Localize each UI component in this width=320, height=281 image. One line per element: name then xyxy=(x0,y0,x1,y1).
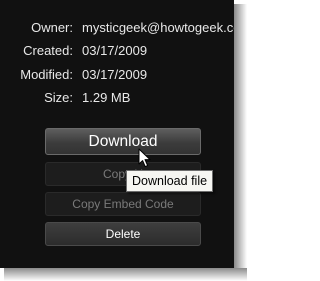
pointer-cursor-icon xyxy=(138,148,151,168)
size-label: Size: xyxy=(44,90,73,105)
panel-shadow-bottom xyxy=(4,268,247,281)
download-button[interactable]: Download xyxy=(45,128,201,155)
copy-embed-code-button[interactable]: Copy Embed Code xyxy=(45,192,201,216)
created-value: 03/17/2009 xyxy=(82,43,148,58)
panel-shadow-right xyxy=(234,4,247,272)
file-details-panel: Owner: mysticgeek@howtogeek.com Created:… xyxy=(0,0,234,268)
owner-row: Owner: mysticgeek@howtogeek.com xyxy=(0,20,234,36)
created-label: Created: xyxy=(23,43,73,58)
size-value: 1.29 MB xyxy=(82,90,131,105)
created-row: Created: 03/17/2009 xyxy=(0,43,234,59)
delete-button[interactable]: Delete xyxy=(45,222,201,246)
owner-label: Owner: xyxy=(31,20,73,35)
download-tooltip: Download file xyxy=(126,170,214,192)
modified-value: 03/17/2009 xyxy=(82,67,148,82)
size-row: Size: 1.29 MB xyxy=(0,90,234,106)
modified-row: Modified: 03/17/2009 xyxy=(0,67,234,83)
owner-value: mysticgeek@howtogeek.com xyxy=(82,20,234,35)
modified-label: Modified: xyxy=(20,67,73,82)
